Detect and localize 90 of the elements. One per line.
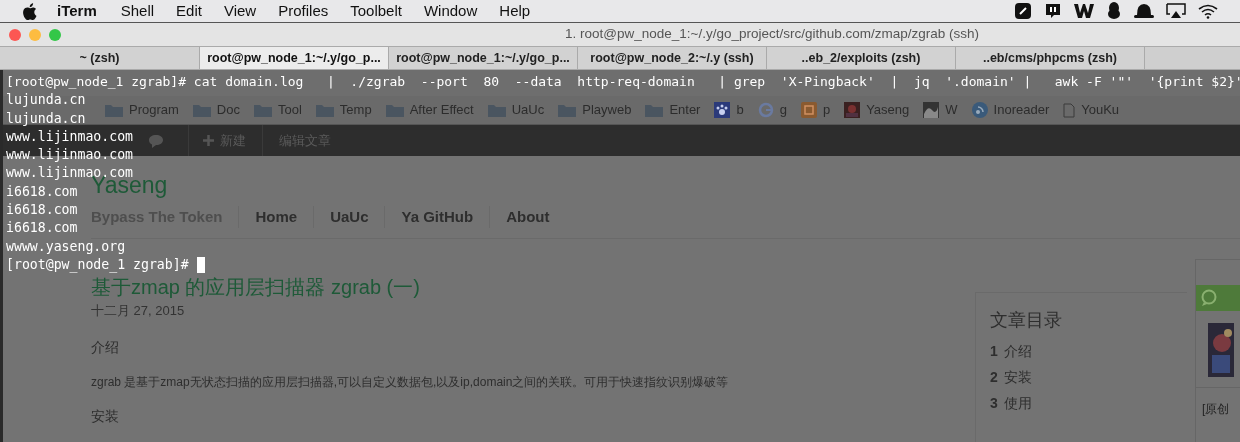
bookmark[interactable]: UaUc (487, 100, 545, 120)
bookmark[interactable]: Enter (645, 100, 701, 120)
shell-prompt: [root@pw_node_1 zgrab]# (6, 255, 189, 275)
sidebar-text: [原创 (1202, 401, 1231, 418)
bookmark[interactable]: p (800, 100, 831, 120)
post-title[interactable]: 基于zmap 的应用层扫描器 zgrab (一) (91, 276, 420, 298)
menu-item[interactable]: View (223, 0, 257, 23)
output-line: lujunda.cn (6, 91, 86, 110)
bookmark-label: Temp (339, 101, 372, 120)
nav-link[interactable]: About (489, 205, 566, 229)
folder-icon (558, 103, 577, 117)
menu-item[interactable]: Shell (120, 0, 155, 23)
bookmark-label: W (945, 101, 958, 120)
folder-icon (487, 103, 506, 117)
nav-link[interactable]: Home (238, 205, 314, 229)
folder-icon (105, 103, 123, 117)
hat-icon[interactable] (1134, 3, 1154, 19)
menu-item[interactable]: Profiles (278, 0, 329, 23)
bookmark[interactable]: Playweb (558, 100, 632, 120)
bookmark-label: Doc (216, 101, 240, 120)
nav-link[interactable]: UaUc (313, 205, 385, 229)
bookmark-label: After Effect (409, 101, 474, 120)
plus-icon (203, 135, 214, 146)
bookmark-label: Inoreader (993, 101, 1050, 120)
bookmark-label: g (779, 101, 787, 120)
nav-link[interactable]: Ya GitHub (384, 205, 490, 229)
app-menu[interactable]: iTerm (57, 0, 97, 23)
output-line: wwww.yaseng.org (6, 237, 126, 256)
w-logo-icon[interactable] (1074, 3, 1094, 19)
output-line: lujunda.cn (6, 109, 86, 128)
bookmark-label: p (822, 101, 831, 120)
toc-link[interactable]: 3 使用 (990, 390, 1187, 416)
bookmark-label: Program (129, 101, 179, 120)
output-line: i6618.com (6, 182, 78, 201)
feed-icon (971, 102, 988, 118)
bookmark-label: Tool (278, 101, 302, 120)
folder-icon (315, 103, 334, 117)
bookmark[interactable]: Doc (192, 100, 240, 120)
bookmark[interactable]: Inoreader (971, 100, 1050, 120)
g-logo-icon (757, 102, 774, 118)
output-line: www.lijinmao.com (6, 146, 134, 165)
command-line: [root@pw_node_1 zgrab]# cat domain.log | ./zgrab --port 80 --data http-req-domain | grep 'X-Pingback' | jq '.domain' | awk -F '"' '{print $2}' (6, 73, 1240, 91)
bookmark-label: Playweb (582, 101, 632, 120)
wifi-icon[interactable] (1198, 3, 1218, 19)
bookmark-label: Yaseng (866, 101, 910, 120)
page-icon (1063, 102, 1076, 118)
menu-item[interactable]: Help (499, 0, 531, 23)
menu-item[interactable]: Edit (176, 0, 202, 23)
airplay-icon[interactable] (1166, 3, 1186, 19)
bookmark-label: UaUc (511, 101, 545, 120)
note-icon[interactable] (1014, 2, 1032, 20)
bookmark[interactable]: b (714, 100, 744, 120)
output-line: i6618.com (6, 201, 78, 220)
bookmark-label: Enter (669, 101, 701, 120)
bookmark[interactable]: Temp (315, 100, 372, 120)
bookmark[interactable]: Yaseng (844, 100, 910, 120)
penguin-icon[interactable] (1106, 2, 1122, 20)
folder-icon (192, 103, 211, 117)
bookmark[interactable]: g (757, 100, 787, 120)
window-title: 1. root@pw_node_1:~/.y/go_project/src/github.com/zmap/zgrab (ssh) (565, 25, 980, 44)
folder-icon (254, 103, 272, 117)
bookmark[interactable]: W (923, 100, 958, 120)
bookmark[interactable]: Program (105, 100, 179, 120)
close-button[interactable] (9, 28, 21, 41)
bookmark[interactable]: After Effect (385, 100, 474, 120)
wave-icon (923, 102, 940, 118)
toc-link[interactable]: 1 介绍 (990, 338, 1187, 364)
folder-icon (385, 103, 404, 117)
paragraph: zgrab 是基于zmap无状态扫描的应用层扫描器,可以自定义数据包,以及ip,domain之间的关联。可用于快速指纹识别爆破等 (91, 373, 730, 391)
toc-link[interactable]: 2 安装 (990, 364, 1187, 390)
section-heading: 介绍 (91, 337, 120, 357)
bookmark-label: b (736, 101, 744, 120)
cursor (196, 257, 205, 274)
menu-item[interactable]: Window (423, 0, 478, 23)
folder-icon (645, 103, 664, 117)
terminal-tab[interactable]: root@pw_node_1:~/.y/go_p... (200, 47, 389, 69)
apple-logo-icon[interactable] (22, 2, 37, 20)
post-date: 十二月 27, 2015 (91, 302, 186, 320)
section-heading: 安装 (91, 406, 120, 426)
chat-icon (1200, 289, 1218, 307)
bookmark-label: YouKu (1081, 101, 1120, 120)
output-line: i6618.com (6, 219, 78, 238)
paw-icon (714, 102, 731, 118)
menu-item[interactable]: Toolbelt (350, 0, 402, 23)
bookmark[interactable]: YouKu (1063, 100, 1120, 120)
output-line: www.lijinmao.com (6, 127, 134, 146)
toc-title: 文章目录 (990, 309, 1063, 332)
bookmark[interactable]: Tool (254, 100, 302, 120)
chat-bubble-icon[interactable] (1044, 2, 1062, 20)
box-icon (800, 102, 817, 118)
